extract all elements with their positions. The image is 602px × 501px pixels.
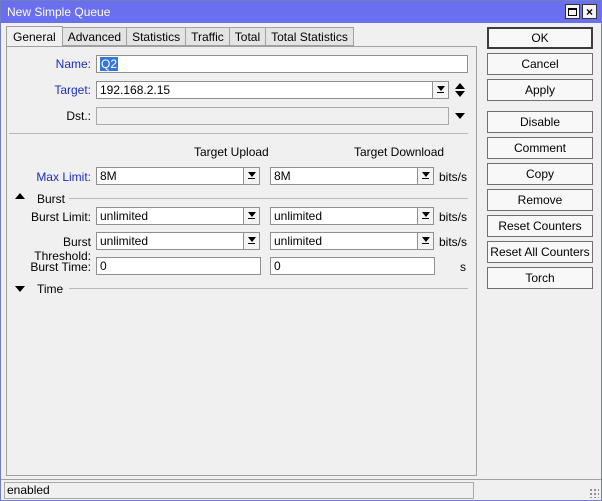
name-field[interactable]: Q2 (96, 55, 468, 73)
burst-collapse-icon[interactable] (15, 193, 25, 199)
apply-button[interactable]: Apply (487, 79, 593, 101)
tab-traffic[interactable]: Traffic (186, 27, 230, 46)
burst-limit-units: bits/s (439, 210, 468, 224)
remove-button[interactable]: Remove (487, 189, 593, 211)
dst-field[interactable] (96, 107, 449, 125)
burst-time-units: s (460, 260, 466, 274)
burst-section-label: Burst (37, 192, 66, 206)
target-download-header: Target Download (354, 145, 445, 159)
burst-threshold-label: Burst Threshold: (34, 235, 91, 263)
burst-threshold-units: bits/s (439, 235, 468, 249)
status-bar: enabled (1, 479, 601, 500)
copy-button[interactable]: Copy (487, 163, 593, 185)
max-limit-download-field[interactable]: 8M (270, 167, 418, 185)
max-limit-label: Max Limit: (36, 170, 91, 184)
time-separator (69, 288, 468, 289)
separator (9, 133, 468, 134)
burst-threshold-download-field[interactable]: unlimited (270, 232, 418, 250)
maximize-icon (568, 7, 577, 16)
close-button[interactable]: × (582, 4, 597, 19)
max-limit-upload-field[interactable]: 8M (96, 167, 244, 185)
tab-general[interactable]: General (6, 26, 63, 47)
time-section-label: Time (37, 282, 64, 296)
burst-limit-download-dropdown[interactable] (417, 207, 434, 225)
reset-all-counters-button[interactable]: Reset All Counters (487, 241, 593, 263)
burst-limit-download-field[interactable]: unlimited (270, 207, 418, 225)
max-limit-upload-dropdown[interactable] (243, 167, 260, 185)
target-upload-header: Target Upload (194, 145, 269, 159)
ok-button[interactable]: OK (487, 27, 593, 49)
resize-grip-icon[interactable] (589, 488, 599, 498)
max-limit-units: bits/s (439, 170, 468, 184)
target-expand-icon[interactable] (455, 91, 465, 97)
tab-bar: General Advanced Statistics Traffic Tota… (6, 26, 354, 47)
burst-limit-label: Burst Limit: (30, 210, 91, 224)
cancel-button[interactable]: Cancel (487, 53, 593, 75)
max-limit-download-dropdown[interactable] (417, 167, 434, 185)
dst-label: Dst.: (66, 109, 91, 123)
burst-threshold-download-dropdown[interactable] (417, 232, 434, 250)
burst-time-download-field[interactable]: 0 (270, 257, 435, 275)
tab-statistics[interactable]: Statistics (127, 27, 187, 46)
burst-threshold-upload-field[interactable]: unlimited (96, 232, 244, 250)
maximize-button[interactable] (565, 4, 580, 19)
target-dropdown-button[interactable] (432, 81, 449, 99)
tab-advanced[interactable]: Advanced (62, 27, 128, 46)
reset-counters-button[interactable]: Reset Counters (487, 215, 593, 237)
target-collapse-icon[interactable] (455, 83, 465, 89)
burst-time-upload-field[interactable]: 0 (96, 257, 261, 275)
target-label: Target: (54, 83, 91, 97)
burst-limit-upload-dropdown[interactable] (243, 207, 260, 225)
comment-button[interactable]: Comment (487, 137, 593, 159)
burst-separator (69, 198, 468, 199)
time-expand-icon[interactable] (15, 286, 25, 292)
status-text: enabled (4, 482, 474, 499)
target-field[interactable]: 192.168.2.15 (96, 81, 433, 99)
burst-time-label: Burst Time: (30, 260, 91, 274)
tab-total-statistics[interactable]: Total Statistics (266, 27, 354, 46)
window-title: New Simple Queue (7, 5, 111, 19)
name-value: Q2 (100, 57, 119, 71)
torch-button[interactable]: Torch (487, 267, 593, 289)
new-simple-queue-window: New Simple Queue × General Advanced Stat… (0, 0, 602, 501)
title-bar[interactable]: New Simple Queue × (1, 1, 601, 23)
dst-expand-icon[interactable] (455, 113, 465, 119)
general-panel: Name: Q2 Target: 192.168.2.15 Dst.: Targ… (6, 46, 477, 476)
disable-button[interactable]: Disable (487, 111, 593, 133)
tab-total[interactable]: Total (229, 27, 267, 46)
burst-threshold-upload-dropdown[interactable] (243, 232, 260, 250)
name-label: Name: (55, 57, 91, 71)
burst-limit-upload-field[interactable]: unlimited (96, 207, 244, 225)
